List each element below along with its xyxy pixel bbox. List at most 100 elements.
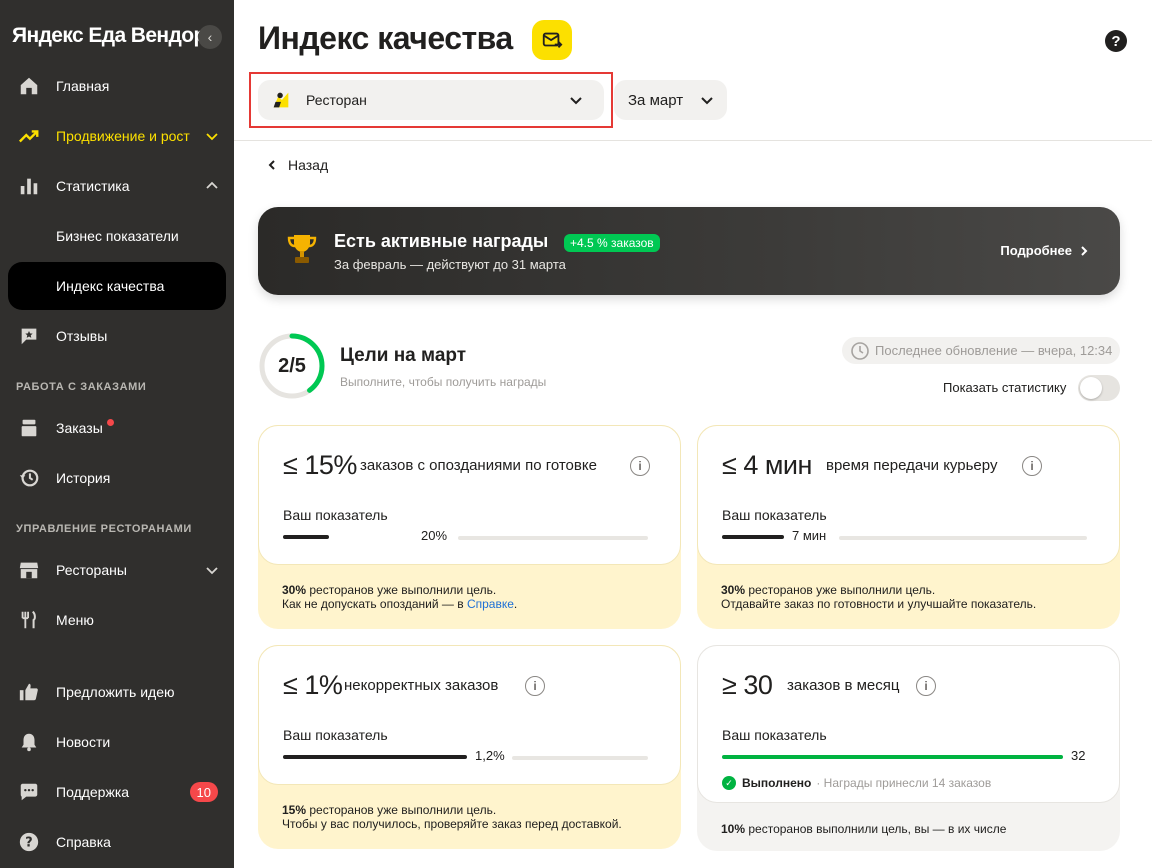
goal-progress-fill [722, 755, 1063, 759]
goal-metric: некорректных заказов [344, 677, 499, 694]
sidebar-item-reviews[interactable]: Отзывы [8, 312, 226, 360]
rewards-title: Есть активные награды [334, 231, 549, 251]
sidebar-item-menu[interactable]: Меню [8, 596, 226, 644]
goal-card-body: ≥ 30 заказов в месяц i Ваш показатель 32… [697, 645, 1120, 803]
sidebar-item-label: Индекс качества [56, 278, 165, 294]
rewards-subtitle: За февраль — действуют до 31 марта [334, 257, 566, 272]
chevron-right-icon [1081, 245, 1088, 256]
goal-target: ≤ 1% [283, 670, 343, 700]
goal-target: ≥ 30 [722, 670, 773, 700]
goal-foot-percent: 30% [721, 583, 746, 597]
sidebar-item-quality-index[interactable]: Индекс качества [8, 262, 226, 310]
goal-card-incorrect-orders: ≤ 1% некорректных заказов i Ваш показате… [258, 645, 681, 849]
notification-dot [106, 418, 114, 426]
bell-icon [17, 730, 41, 754]
goal-card-footer: 30% ресторанов уже выполнили цель. Как н… [282, 583, 517, 611]
goal-value-label: Ваш показатель [283, 727, 388, 743]
sidebar-item-restaurants[interactable]: Рестораны [8, 546, 226, 594]
collapse-sidebar-button[interactable]: ‹ [198, 25, 222, 49]
sidebar-item-suggest-idea[interactable]: Предложить идею [8, 668, 226, 716]
sidebar-item-history[interactable]: История [8, 454, 226, 502]
sidebar-item-home[interactable]: Главная [8, 62, 226, 110]
chevron-down-icon [206, 567, 218, 575]
goal-value-label: Ваш показатель [722, 727, 827, 743]
info-icon[interactable]: i [525, 676, 545, 696]
section-restaurants-heading: УПРАВЛЕНИЕ РЕСТОРАНАМИ [16, 523, 192, 535]
trending-up-icon [17, 124, 41, 148]
sidebar-item-label: История [56, 470, 111, 486]
sidebar-item-promotion[interactable]: Продвижение и рост [8, 112, 226, 160]
store-icon [17, 558, 41, 582]
sidebar-item-label: Поддержка [56, 784, 130, 800]
sidebar-item-label: Главная [56, 78, 110, 94]
back-link[interactable]: Назад [266, 157, 328, 173]
orders-icon [17, 416, 41, 440]
sidebar-item-support[interactable]: Поддержка 10 [8, 768, 226, 816]
history-icon [17, 466, 41, 490]
sidebar-item-statistics[interactable]: Статистика [8, 162, 226, 210]
help-button[interactable]: ? [1105, 30, 1127, 52]
sidebar-item-business-metrics[interactable]: Бизнес показатели [8, 212, 226, 260]
goal-foot-hint: Чтобы у вас получилось, проверяйте заказ… [282, 817, 622, 831]
goal-current-value: 20% [421, 528, 448, 543]
goal-foot-text: ресторанов уже выполнили цель. [745, 583, 936, 597]
goal-value-label: Ваш показатель [283, 507, 388, 523]
goal-card-body: ≤ 4 мин время передачи курьеру i Ваш пок… [697, 425, 1120, 565]
sidebar-item-label: Справка [56, 834, 111, 850]
main-content: Индекс качества ? Ресторан За март Назад… [234, 0, 1152, 868]
goals-title: Цели на март [340, 345, 467, 366]
question-circle-icon: ? [17, 830, 41, 854]
info-icon[interactable]: i [1022, 456, 1042, 476]
restaurant-logo-icon [273, 92, 289, 108]
restaurant-select-value: Ресторан [306, 92, 367, 108]
period-select-value: За март [628, 91, 684, 109]
goal-current-value: 32 [1071, 748, 1086, 763]
chevron-down-icon [701, 97, 713, 105]
goal-progress-track [458, 536, 648, 540]
info-icon[interactable]: i [916, 676, 936, 696]
rewards-more-label: Подробнее [1000, 243, 1072, 258]
goal-card-handover-time: ≤ 4 мин время передачи курьеру i Ваш пок… [697, 425, 1120, 629]
goal-foot-end: . [513, 597, 518, 611]
brand-logo[interactable]: Яндекс Еда Вендор [12, 24, 206, 48]
restaurant-select[interactable]: Ресторан [258, 80, 604, 120]
info-icon[interactable]: i [630, 456, 650, 476]
sidebar-item-orders[interactable]: Заказы [8, 404, 226, 452]
review-star-icon [17, 324, 41, 348]
clock-icon [851, 341, 869, 360]
goal-metric: заказов в месяц [787, 677, 900, 694]
sidebar-item-label: Новости [56, 734, 111, 750]
rewards-more-link[interactable]: Подробнее [1000, 243, 1090, 258]
messages-button[interactable] [532, 20, 572, 60]
sidebar-item-news[interactable]: Новости [8, 718, 226, 766]
goal-target: ≤ 4 мин [722, 450, 812, 480]
goal-card-footer: 30% ресторанов уже выполнили цель. Отдав… [721, 583, 1036, 611]
sidebar-item-label: Меню [56, 612, 94, 628]
section-orders-heading: РАБОТА С ЗАКАЗАМИ [16, 381, 147, 393]
goal-card-late-orders: ≤ 15% заказов с опозданиями по готовке i… [258, 425, 681, 629]
goal-card-footer: 10% ресторанов выполнили цель, вы — в их… [721, 822, 1006, 836]
goal-progress-fill [722, 535, 784, 539]
goal-foot-text: ресторанов уже выполнили цель. [306, 583, 497, 597]
goal-foot-hint: Как не допускать опозданий — в [282, 597, 467, 611]
sidebar-item-help[interactable]: ? Справка [8, 818, 226, 866]
last-update-text: Последнее обновление — вчера, 12:34 [875, 343, 1113, 358]
goal-card-body: ≤ 1% некорректных заказов i Ваш показате… [258, 645, 681, 785]
goal-progress-fill [283, 755, 467, 759]
trophy-icon [287, 235, 317, 263]
show-stats-toggle[interactable] [1078, 375, 1120, 401]
goals-subtitle: Выполните, чтобы получить награды [340, 375, 547, 389]
goal-foot-text: ресторанов выполнили цель, вы — в их чис… [745, 822, 1007, 836]
goal-foot-percent: 30% [282, 583, 307, 597]
sidebar-item-label: Рестораны [56, 562, 127, 578]
show-stats-label: Показать статистику [943, 380, 1067, 395]
goal-completed-label: Выполнено [742, 776, 812, 790]
help-article-link[interactable]: Справке [467, 597, 514, 611]
goal-current-value: 1,2% [475, 748, 505, 763]
bar-chart-icon [17, 174, 41, 198]
rewards-banner[interactable]: Есть активные награды +4.5 % заказов За … [258, 207, 1120, 295]
sidebar-item-label: Предложить идею [56, 684, 175, 700]
thumbs-up-icon [17, 680, 41, 704]
chevron-down-icon [206, 133, 218, 141]
period-select[interactable]: За март [614, 80, 727, 120]
